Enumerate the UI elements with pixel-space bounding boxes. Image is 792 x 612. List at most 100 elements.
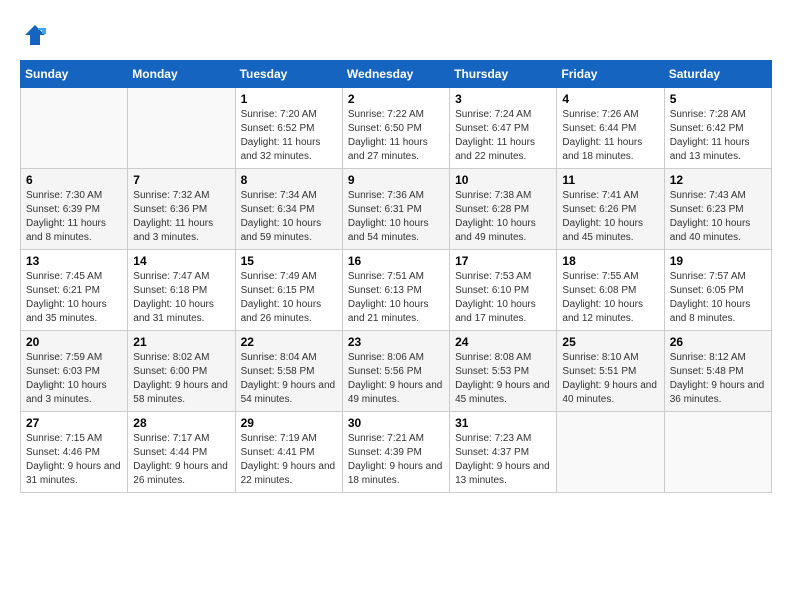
day-cell: 24 Sunrise: 8:08 AMSunset: 5:53 PMDayligh… [450, 331, 557, 412]
day-number: 20 [26, 335, 122, 349]
day-cell: 5 Sunrise: 7:28 AMSunset: 6:42 PMDaylight… [664, 88, 771, 169]
day-number: 9 [348, 173, 444, 187]
weekday-header-row: SundayMondayTuesdayWednesdayThursdayFrid… [21, 61, 772, 88]
day-number: 26 [670, 335, 766, 349]
day-number: 19 [670, 254, 766, 268]
day-info: Sunrise: 7:30 AMSunset: 6:39 PMDaylight:… [26, 189, 122, 245]
day-number: 28 [133, 416, 229, 430]
day-number: 13 [26, 254, 122, 268]
day-cell: 23 Sunrise: 8:06 AMSunset: 5:56 PMDayligh… [342, 331, 449, 412]
day-cell: 21Sunrise: 8:02 AMSunset: 6:00 PMDayligh… [128, 331, 235, 412]
day-info: Sunrise: 7:45 AMSunset: 6:21 PMDaylight:… [26, 270, 122, 326]
day-cell: 8 Sunrise: 7:34 AMSunset: 6:34 PMDaylight… [235, 169, 342, 250]
day-number: 18 [562, 254, 658, 268]
day-cell: 7Sunrise: 7:32 AMSunset: 6:36 PMDaylight… [128, 169, 235, 250]
weekday-header-thursday: Thursday [450, 61, 557, 88]
day-info: Sunrise: 7:19 AMSunset: 4:41 PMDaylight:… [241, 432, 337, 488]
week-row-3: 13 Sunrise: 7:45 AMSunset: 6:21 PMDayligh… [21, 250, 772, 331]
day-cell: 12 Sunrise: 7:43 AMSunset: 6:23 PMDayligh… [664, 169, 771, 250]
day-cell: 14 Sunrise: 7:47 AMSunset: 6:18 PMDayligh… [128, 250, 235, 331]
day-info: Sunrise: 7:34 AMSunset: 6:34 PMDaylight:… [241, 189, 337, 245]
header [20, 20, 772, 50]
day-cell: 25 Sunrise: 8:10 AMSunset: 5:51 PMDayligh… [557, 331, 664, 412]
day-cell: 30 Sunrise: 7:21 AMSunset: 4:39 PMDayligh… [342, 412, 449, 493]
day-cell: 3Sunrise: 7:24 AMSunset: 6:47 PMDaylight… [450, 88, 557, 169]
day-number: 31 [455, 416, 551, 430]
day-number: 5 [670, 92, 766, 106]
day-cell [128, 88, 235, 169]
day-number: 29 [241, 416, 337, 430]
day-info: Sunrise: 7:41 AMSunset: 6:26 PMDaylight:… [562, 189, 658, 245]
day-number: 15 [241, 254, 337, 268]
day-info: Sunrise: 7:55 AMSunset: 6:08 PMDaylight:… [562, 270, 658, 326]
day-info: Sunrise: 7:47 AMSunset: 6:18 PMDaylight:… [133, 270, 229, 326]
day-info: Sunrise: 8:10 AMSunset: 5:51 PMDaylight:… [562, 351, 658, 407]
weekday-header-saturday: Saturday [664, 61, 771, 88]
day-cell: 20Sunrise: 7:59 AMSunset: 6:03 PMDayligh… [21, 331, 128, 412]
weekday-header-monday: Monday [128, 61, 235, 88]
day-info: Sunrise: 7:32 AMSunset: 6:36 PMDaylight:… [133, 189, 229, 245]
day-number: 6 [26, 173, 122, 187]
day-info: Sunrise: 8:04 AMSunset: 5:58 PMDaylight:… [241, 351, 337, 407]
day-info: Sunrise: 7:20 AMSunset: 6:52 PMDaylight:… [241, 108, 337, 164]
day-number: 2 [348, 92, 444, 106]
day-info: Sunrise: 7:21 AMSunset: 4:39 PMDaylight:… [348, 432, 444, 488]
day-number: 30 [348, 416, 444, 430]
day-number: 4 [562, 92, 658, 106]
week-row-4: 20Sunrise: 7:59 AMSunset: 6:03 PMDayligh… [21, 331, 772, 412]
day-number: 24 [455, 335, 551, 349]
day-number: 8 [241, 173, 337, 187]
day-number: 25 [562, 335, 658, 349]
week-row-5: 27 Sunrise: 7:15 AMSunset: 4:46 PMDayligh… [21, 412, 772, 493]
weekday-header-sunday: Sunday [21, 61, 128, 88]
day-cell: 11 Sunrise: 7:41 AMSunset: 6:26 PMDayligh… [557, 169, 664, 250]
day-cell: 31 Sunrise: 7:23 AMSunset: 4:37 PMDayligh… [450, 412, 557, 493]
weekday-header-wednesday: Wednesday [342, 61, 449, 88]
day-info: Sunrise: 7:15 AMSunset: 4:46 PMDaylight:… [26, 432, 122, 488]
day-info: Sunrise: 7:26 AMSunset: 6:44 PMDaylight:… [562, 108, 658, 164]
day-cell: 15Sunrise: 7:49 AMSunset: 6:15 PMDayligh… [235, 250, 342, 331]
day-number: 10 [455, 173, 551, 187]
day-info: Sunrise: 8:12 AMSunset: 5:48 PMDaylight:… [670, 351, 766, 407]
day-cell: 9 Sunrise: 7:36 AMSunset: 6:31 PMDaylight… [342, 169, 449, 250]
day-cell: 19Sunrise: 7:57 AMSunset: 6:05 PMDayligh… [664, 250, 771, 331]
day-number: 22 [241, 335, 337, 349]
day-number: 17 [455, 254, 551, 268]
day-cell: 10Sunrise: 7:38 AMSunset: 6:28 PMDayligh… [450, 169, 557, 250]
week-row-2: 6 Sunrise: 7:30 AMSunset: 6:39 PMDaylight… [21, 169, 772, 250]
day-number: 11 [562, 173, 658, 187]
calendar: SundayMondayTuesdayWednesdayThursdayFrid… [20, 60, 772, 493]
day-number: 23 [348, 335, 444, 349]
logo-icon [20, 20, 50, 50]
day-info: Sunrise: 7:24 AMSunset: 6:47 PMDaylight:… [455, 108, 551, 164]
day-cell [664, 412, 771, 493]
day-cell: 29 Sunrise: 7:19 AMSunset: 4:41 PMDayligh… [235, 412, 342, 493]
day-cell: 27 Sunrise: 7:15 AMSunset: 4:46 PMDayligh… [21, 412, 128, 493]
day-cell: 16Sunrise: 7:51 AMSunset: 6:13 PMDayligh… [342, 250, 449, 331]
day-cell [557, 412, 664, 493]
day-cell: 28Sunrise: 7:17 AMSunset: 4:44 PMDayligh… [128, 412, 235, 493]
day-info: Sunrise: 8:02 AMSunset: 6:00 PMDaylight:… [133, 351, 229, 407]
day-info: Sunrise: 7:53 AMSunset: 6:10 PMDaylight:… [455, 270, 551, 326]
day-cell: 18 Sunrise: 7:55 AMSunset: 6:08 PMDayligh… [557, 250, 664, 331]
day-info: Sunrise: 8:08 AMSunset: 5:53 PMDaylight:… [455, 351, 551, 407]
day-info: Sunrise: 7:51 AMSunset: 6:13 PMDaylight:… [348, 270, 444, 326]
day-info: Sunrise: 7:23 AMSunset: 4:37 PMDaylight:… [455, 432, 551, 488]
day-cell: 6 Sunrise: 7:30 AMSunset: 6:39 PMDaylight… [21, 169, 128, 250]
week-row-1: 1 Sunrise: 7:20 AMSunset: 6:52 PMDaylight… [21, 88, 772, 169]
weekday-header-friday: Friday [557, 61, 664, 88]
day-number: 1 [241, 92, 337, 106]
day-info: Sunrise: 7:43 AMSunset: 6:23 PMDaylight:… [670, 189, 766, 245]
day-cell: 22 Sunrise: 8:04 AMSunset: 5:58 PMDayligh… [235, 331, 342, 412]
day-number: 12 [670, 173, 766, 187]
day-number: 27 [26, 416, 122, 430]
day-cell: 26 Sunrise: 8:12 AMSunset: 5:48 PMDayligh… [664, 331, 771, 412]
day-cell: 4 Sunrise: 7:26 AMSunset: 6:44 PMDaylight… [557, 88, 664, 169]
day-number: 14 [133, 254, 229, 268]
logo [20, 20, 54, 50]
day-info: Sunrise: 7:36 AMSunset: 6:31 PMDaylight:… [348, 189, 444, 245]
day-cell: 1 Sunrise: 7:20 AMSunset: 6:52 PMDaylight… [235, 88, 342, 169]
day-info: Sunrise: 7:28 AMSunset: 6:42 PMDaylight:… [670, 108, 766, 164]
day-info: Sunrise: 8:06 AMSunset: 5:56 PMDaylight:… [348, 351, 444, 407]
weekday-header-tuesday: Tuesday [235, 61, 342, 88]
